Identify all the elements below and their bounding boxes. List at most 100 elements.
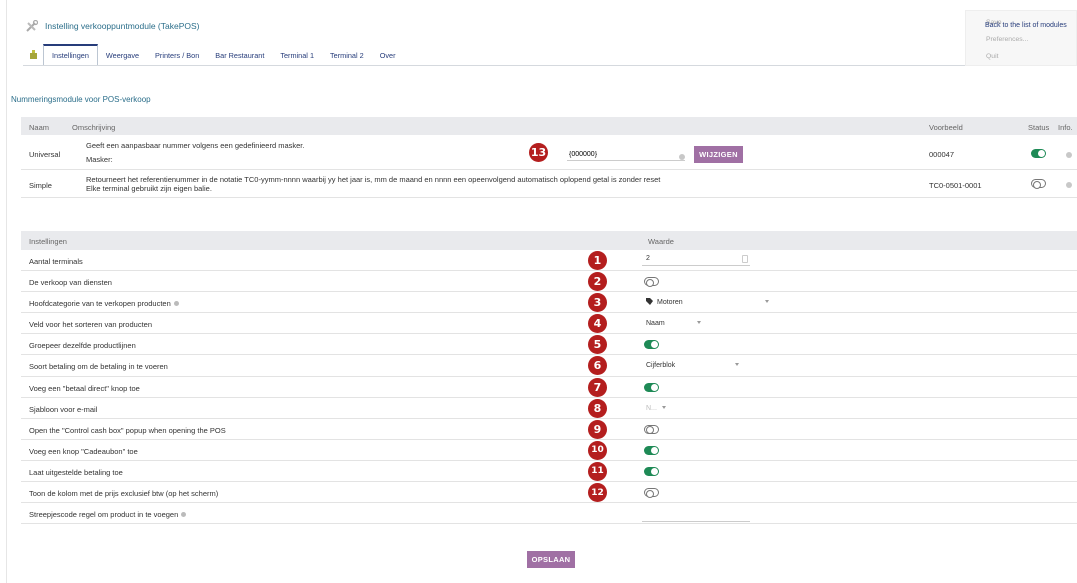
context-menu: Save Preferences... Quit — [965, 10, 1077, 66]
annotation-badge: 1 — [588, 251, 607, 270]
category-value: Motoren — [657, 299, 683, 307]
status-toggle[interactable] — [1031, 179, 1046, 190]
tab-weergave[interactable]: Weergave — [98, 44, 147, 66]
annotation-badge: 9 — [588, 419, 607, 439]
annotation-badge: 4 — [588, 314, 607, 334]
info-icon[interactable] — [1066, 181, 1072, 190]
terminals-input[interactable]: 2 — [642, 255, 750, 266]
numbering-table: Naam Omschrijving Voorbeeld Status Info.… — [21, 117, 1077, 198]
settings-row: Voeg een "betaal direct" knop toe 7 — [21, 377, 1077, 398]
tab-terminal-1[interactable]: Terminal 1 — [272, 44, 322, 66]
setting-label: Hoofdcategorie van te verkopen producten — [29, 299, 179, 308]
table-row: Simple Retourneert het referentienummer … — [21, 170, 1077, 198]
pay-direct-toggle[interactable] — [644, 382, 659, 394]
annotation-badge: 12 — [588, 483, 607, 503]
settings-row: Soort betaling om de betaling in te voer… — [21, 355, 1077, 377]
chevron-down-icon — [765, 300, 769, 304]
tab-over[interactable]: Over — [372, 44, 404, 66]
settings-row: Groepeer dezelfde productlijnen 5 — [21, 334, 1077, 356]
email-template-select[interactable]: N... — [642, 403, 669, 414]
cash-box-popup-toggle[interactable] — [644, 424, 659, 436]
numbering-header: Naam Omschrijving Voorbeeld Status Info. — [21, 117, 1077, 135]
page-border — [6, 0, 7, 583]
deferred-payment-toggle[interactable] — [644, 466, 659, 478]
annotation-badge: 8 — [588, 398, 607, 418]
col-setting: Instellingen — [29, 237, 67, 246]
mask-input[interactable] — [567, 149, 685, 161]
section-title: Nummeringsmodule voor POS-verkoop — [11, 95, 151, 104]
price-excl-vat-toggle[interactable] — [644, 488, 659, 499]
col-info: Info. — [1058, 123, 1073, 132]
settings-table: Instellingen Waarde Aantal terminals 1 2… — [21, 231, 1077, 525]
module-name: Simple — [29, 181, 52, 190]
help-icon — [679, 153, 685, 162]
email-template-value: N... — [646, 404, 657, 412]
setting-label: Sjabloon voor e-mail — [29, 404, 98, 414]
save-area: OPSLAAN — [527, 551, 575, 568]
gift-card-toggle[interactable] — [644, 445, 659, 457]
terminals-value: 2 — [646, 255, 650, 262]
setting-label: Voeg een "betaal direct" knop toe — [29, 383, 140, 393]
building-icon — [29, 49, 38, 61]
setting-label: Soort betaling om de betaling in te voer… — [29, 362, 168, 372]
category-select[interactable]: Motoren — [642, 297, 772, 308]
settings-row: De verkoop van diensten 2 — [21, 271, 1077, 293]
tab-bar: Instellingen Weergave Printers / Bon Bar… — [23, 44, 404, 66]
col-description: Omschrijving — [72, 123, 116, 132]
tag-icon — [646, 298, 653, 307]
settings-row: Voeg een knop "Cadeaubon" toe 10 — [21, 440, 1077, 461]
modify-mask-button[interactable]: WIJZIGEN — [694, 146, 743, 163]
annotation-badge: 5 — [588, 335, 607, 355]
save-button[interactable]: OPSLAAN — [527, 551, 575, 568]
mask-label: Masker: — [86, 155, 113, 164]
group-lines-toggle[interactable] — [644, 340, 659, 351]
annotation-badge: 10 — [588, 440, 607, 460]
services-toggle[interactable] — [644, 277, 659, 288]
col-name: Naam — [29, 123, 50, 132]
table-row: Universal Geeft een aanpasbaar nummer vo… — [21, 135, 1077, 170]
menu-item-preferences[interactable]: Preferences... — [986, 36, 1028, 43]
settings-row: Laat uitgestelde betaling toe 11 — [21, 461, 1077, 483]
settings-row: Streepjescode regel om product in te voe… — [21, 503, 1077, 525]
settings-row: Aantal terminals 1 2 — [21, 250, 1077, 272]
example-value: 000047 — [929, 150, 955, 159]
barcode-rule-input[interactable] — [642, 512, 750, 523]
chevron-down-icon — [662, 405, 666, 409]
tools-icon — [25, 19, 38, 33]
setting-label: De verkoop van diensten — [29, 278, 112, 288]
module-description-2: Elke terminal gebruikt zijn eigen balie. — [86, 184, 212, 193]
page-header: Instelling verkooppuntmodule (TakePOS) — [25, 19, 200, 33]
tab-divider — [23, 65, 1069, 66]
help-icon — [173, 301, 179, 307]
help-icon — [181, 512, 187, 518]
back-to-modules-link[interactable]: Back to the list of modules — [985, 22, 1067, 29]
settings-row: Toon de kolom met de prijs exclusief btw… — [21, 482, 1077, 504]
chevron-down-icon — [697, 321, 701, 325]
payment-type-select[interactable]: Cijferblok — [642, 360, 742, 371]
module-name: Universal — [29, 150, 61, 159]
spinner-icon[interactable] — [742, 255, 748, 263]
tab-home[interactable] — [23, 44, 43, 66]
example-value: TC0-0501-0001 — [929, 181, 982, 190]
tab-terminal-2[interactable]: Terminal 2 — [322, 44, 372, 66]
annotation-badge: 3 — [588, 293, 607, 313]
sort-field-select[interactable]: Naam — [642, 318, 704, 329]
setting-label: Groepeer dezelfde productlijnen — [29, 341, 136, 351]
module-description: Retourneert het referentienummer in de n… — [86, 175, 661, 184]
annotation-badge: 7 — [588, 377, 607, 397]
status-toggle[interactable] — [1031, 149, 1046, 160]
annotation-badge: 11 — [588, 461, 607, 481]
chevron-down-icon — [735, 363, 739, 367]
info-icon[interactable] — [1066, 151, 1072, 160]
setting-label: Voeg een knop "Cadeaubon" toe — [29, 446, 138, 456]
tab-instellingen[interactable]: Instellingen — [43, 44, 98, 66]
tab-bar-restaurant[interactable]: Bar Restaurant — [207, 44, 272, 66]
settings-row: Open the "Control cash box" popup when o… — [21, 419, 1077, 440]
setting-label: Veld voor het sorteren van producten — [29, 320, 152, 330]
setting-label: Toon de kolom met de prijs exclusief btw… — [29, 489, 219, 499]
tab-printers-bon[interactable]: Printers / Bon — [147, 44, 207, 66]
sort-field-value: Naam — [646, 320, 665, 328]
menu-item-quit[interactable]: Quit — [986, 53, 998, 60]
annotation-badge: 2 — [588, 272, 607, 292]
setting-label: Open the "Control cash box" popup when o… — [29, 425, 226, 435]
